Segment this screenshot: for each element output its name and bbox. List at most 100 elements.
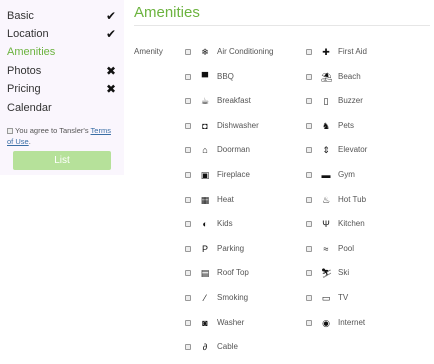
terms-text: You agree to Tansler's <box>15 126 91 135</box>
checkmark-icon: ✔ <box>105 9 117 23</box>
amenity-checkbox[interactable] <box>185 344 191 351</box>
amenity-option[interactable]: ☕ Breakfast <box>185 95 295 107</box>
amenity-checkbox[interactable] <box>185 98 191 105</box>
step-amenities[interactable]: Amenities <box>7 43 119 61</box>
amenity-option[interactable]: ♨ Hot Tub <box>306 194 416 206</box>
terms-suffix: . <box>28 137 31 146</box>
amenity-option[interactable]: ⇕ Elevator <box>306 144 416 156</box>
amenity-checkbox[interactable] <box>306 319 312 326</box>
step-label: Location <box>7 28 49 40</box>
amenity-option[interactable]: ◙ Washer <box>185 317 295 329</box>
utensils-icon: Ψ <box>322 219 330 230</box>
amenity-label: Heat <box>217 194 234 204</box>
amenity-label: BBQ <box>217 71 234 81</box>
amenity-label: Kids <box>217 219 233 229</box>
step-label: Basic <box>7 10 34 22</box>
amenity-option[interactable]: ⛷ Ski <box>306 267 416 279</box>
amenity-option[interactable]: ∂ Cable <box>185 341 295 353</box>
list-button[interactable]: List <box>13 151 111 170</box>
amenity-checkbox[interactable] <box>185 122 191 129</box>
cross-icon: ✖ <box>105 64 117 78</box>
amenity-label: Ski <box>338 268 350 278</box>
sidebar: Basic ✔ Location ✔ Amenities Photos ✖ Pr… <box>0 0 124 175</box>
amenity-checkbox[interactable] <box>185 49 191 55</box>
amenity-label: Pool <box>338 243 355 253</box>
title-divider <box>134 25 430 26</box>
amenity-label: Dishwasher <box>217 120 259 130</box>
amenity-label: Pets <box>338 120 355 130</box>
amenity-option[interactable]: ▭ TV <box>306 292 416 304</box>
amenity-checkbox[interactable] <box>185 196 191 203</box>
checkmark-icon: ✔ <box>105 27 117 41</box>
amenity-checkbox[interactable] <box>185 295 191 301</box>
amenity-checkbox[interactable] <box>185 147 191 154</box>
amenity-option[interactable]: ◘ Dishwasher <box>185 120 295 132</box>
amenity-label: Cable <box>217 342 238 352</box>
amenity-option[interactable]: Ψ Kitchen <box>306 218 416 230</box>
elevator-icon: ⇕ <box>322 145 330 156</box>
amenity-checkbox[interactable] <box>185 270 191 277</box>
amenity-checkbox[interactable] <box>306 196 312 203</box>
amenity-label: Internet <box>338 317 366 327</box>
amenity-option[interactable]: P Parking <box>185 243 295 255</box>
step-photos[interactable]: Photos ✖ <box>7 62 119 80</box>
tv-icon: ▭ <box>321 293 331 303</box>
step-label: Calendar <box>7 102 52 114</box>
heater-icon: ▦ <box>200 194 210 205</box>
amenity-option[interactable]: ✚ First Aid <box>306 46 416 58</box>
amenity-checkbox[interactable] <box>185 245 191 252</box>
step-location[interactable]: Location ✔ <box>7 25 119 43</box>
amenity-option[interactable]: ▤ Roof Top <box>185 267 295 279</box>
pool-icon: ≈ <box>323 243 329 254</box>
parking-icon: P <box>201 243 208 254</box>
step-label: Photos <box>7 65 42 77</box>
amenity-checkbox[interactable] <box>306 147 312 154</box>
amenity-option[interactable]: ♞ Pets <box>306 120 416 132</box>
amenity-option[interactable]: ❄ Air Conditioning <box>185 46 295 58</box>
amenity-checkbox[interactable] <box>306 122 312 129</box>
amenity-option[interactable]: ▦ Heat <box>185 194 295 206</box>
amenity-option[interactable]: ⛱ Beach <box>306 71 416 83</box>
page-title: Amenities <box>134 4 200 21</box>
amenity-label: TV <box>338 293 349 302</box>
amenity-checkbox[interactable] <box>306 98 312 105</box>
pets-icon: ♞ <box>321 120 331 131</box>
step-calendar[interactable]: Calendar <box>7 99 119 117</box>
step-pricing[interactable]: Pricing ✖ <box>7 80 119 98</box>
amenity-label: Fireplace <box>217 170 250 179</box>
wifi-icon: ◉ <box>322 317 330 328</box>
amenity-checkbox[interactable] <box>306 172 312 178</box>
amenity-option[interactable]: ▬ Gym <box>306 169 416 181</box>
amenity-option[interactable]: ⁄ Smoking <box>185 292 295 304</box>
amenity-checkbox[interactable] <box>306 270 312 277</box>
step-label: Amenities <box>7 46 56 58</box>
amenity-checkbox[interactable] <box>306 221 312 228</box>
amenity-option[interactable]: ≈ Pool <box>306 243 416 255</box>
amenity-checkbox[interactable] <box>185 319 191 326</box>
amenity-option[interactable]: ⌂ Doorman <box>185 144 295 156</box>
amenity-label: Elevator <box>338 145 368 155</box>
amenity-checkbox[interactable] <box>306 49 312 55</box>
amenity-option[interactable]: ▯ Buzzer <box>306 95 416 107</box>
amenity-option[interactable]: ▣ Fireplace <box>185 169 295 181</box>
amenity-label: Roof Top <box>217 268 249 278</box>
terms-checkbox[interactable] <box>7 128 13 135</box>
amenity-checkbox[interactable] <box>306 245 312 252</box>
amenity-checkbox[interactable] <box>185 73 191 80</box>
amenity-checkbox[interactable] <box>185 221 191 228</box>
amenity-option[interactable]: ◉ Internet <box>306 317 416 329</box>
step-basic[interactable]: Basic ✔ <box>7 7 119 25</box>
amenity-option[interactable]: ◐ Kids <box>185 218 295 230</box>
cross-icon: ✖ <box>105 82 117 96</box>
amenity-checkbox[interactable] <box>306 295 312 301</box>
beach-icon: ⛱ <box>321 71 333 82</box>
amenity-checkbox[interactable] <box>306 73 312 80</box>
hot-tub-icon: ♨ <box>321 194 331 205</box>
amenity-label: Doorman <box>217 145 250 155</box>
amenity-checkbox[interactable] <box>185 172 191 178</box>
amenity-label: Buzzer <box>338 96 363 106</box>
amenity-label: Smoking <box>217 293 249 302</box>
amenity-option[interactable]: ▀ BBQ <box>185 71 295 83</box>
kids-icon: ◐ <box>202 219 208 230</box>
smoking-icon: ⁄ <box>204 293 206 303</box>
